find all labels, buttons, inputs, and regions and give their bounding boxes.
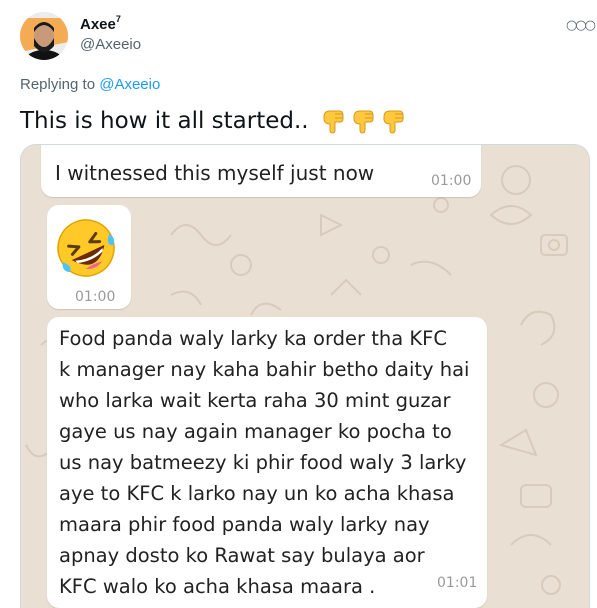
- chat-message-time: 01:00: [431, 173, 472, 189]
- tweet-text: This is how it all started..: [20, 108, 405, 134]
- replying-to-label: Replying to: [20, 76, 96, 93]
- pointing-down-icon: [353, 110, 374, 134]
- display-name-superscript: 7: [115, 14, 121, 24]
- replying-to-line: Replying to @Axeeio: [20, 76, 160, 93]
- tweet-text-body: This is how it all started..: [20, 108, 309, 134]
- avatar[interactable]: [20, 12, 68, 60]
- emoji-row: [321, 108, 405, 134]
- chat-message-line: k manager nay kaha bahir betho daity hai: [59, 358, 470, 381]
- chat-message-line: who larka wait kerta raha 30 mint guzar: [59, 389, 451, 412]
- chat-message-bubble[interactable]: I witnessed this myself just now 01:00: [41, 145, 481, 197]
- chat-message-time: 01:00: [75, 289, 116, 305]
- display-name-text: Axee: [80, 16, 116, 33]
- chat-message-line: us nay batmeezy ki phir food waly 3 lark…: [59, 451, 467, 474]
- chat-message-line: Food panda waly larky ka order tha KFC: [59, 327, 448, 350]
- tweet-media-image[interactable]: I witnessed this myself just now 01:00 0…: [20, 144, 590, 608]
- chat-message-line: apnay dosto ko Rawat say bulaya aor: [59, 544, 425, 567]
- user-handle[interactable]: @Axeeio: [80, 36, 141, 53]
- chat-message-line: KFC walo ko acha khasa maara .: [59, 575, 376, 598]
- avatar-illustration: [20, 12, 68, 60]
- chat-message-text: Food panda waly larky ka order tha KFC k…: [59, 323, 479, 602]
- display-name[interactable]: Axee7: [80, 14, 121, 33]
- chat-message-line: gaye us nay again manager ko pocha to: [59, 420, 452, 443]
- pointing-down-icon: [323, 110, 344, 134]
- reply-mention-link[interactable]: @Axeeio: [99, 76, 160, 93]
- chat-message-line: maara phir food panda waly larky nay: [59, 513, 430, 536]
- more-horizontal-icon[interactable]: ○○○: [566, 18, 596, 33]
- chat-message-time: 01:01: [437, 575, 478, 591]
- pointing-down-icon: [383, 110, 404, 134]
- chat-message-bubble[interactable]: 01:00: [47, 205, 131, 309]
- chat-message-bubble[interactable]: Food panda waly larky ka order tha KFC k…: [47, 317, 487, 608]
- rolling-on-the-floor-laughing-icon: [57, 219, 115, 277]
- chat-message-text: I witnessed this myself just now: [55, 161, 375, 185]
- chat-message-line: aye to KFC k larko nay un ko acha khasa: [59, 482, 455, 505]
